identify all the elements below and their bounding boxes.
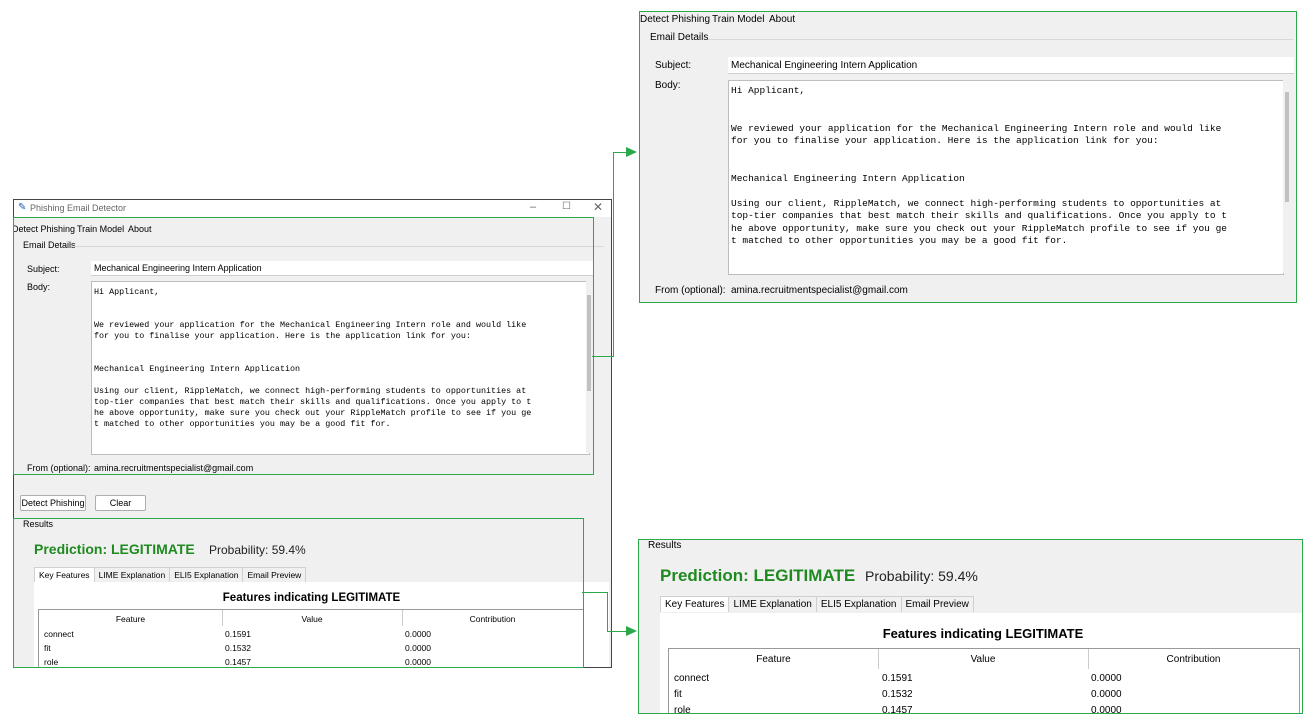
body-scrollbar[interactable] [1283, 80, 1291, 273]
connector-line [607, 631, 627, 632]
zoom-results: Results Prediction: LEGITIMATE Probabili… [638, 539, 1303, 714]
cell-value: 0.1591 [882, 673, 913, 684]
col-header-value[interactable]: Value [878, 654, 1088, 665]
subject-value: Mechanical Engineering Intern Applicatio… [731, 60, 918, 71]
connector-line [582, 592, 608, 593]
window-title: Phishing Email Detector [30, 203, 127, 213]
results-panel: Features indicating LEGITIMATE Feature V… [660, 613, 1302, 713]
tab-eli5-explanation[interactable]: ELI5 Explanation [815, 596, 902, 612]
table-row[interactable]: fit 0.1532 0.0000 [669, 689, 1299, 704]
connector-line [613, 152, 627, 153]
connector-line [613, 152, 614, 357]
connector-line [592, 356, 614, 357]
col-header-feature[interactable]: Feature [669, 654, 878, 665]
cell-value: 0.1457 [882, 705, 913, 714]
subject-label: Subject: [655, 60, 692, 71]
body-text: Hi Applicant, We reviewed your applicati… [731, 85, 1227, 246]
table-row[interactable]: role 0.1457 0.0000 [669, 705, 1299, 714]
highlight-email-details [13, 217, 594, 475]
col-divider [1088, 649, 1089, 669]
zoom-email-details: Detect Phishing Train Model About Email … [639, 11, 1297, 303]
features-title: Features indicating LEGITIMATE [882, 626, 1084, 641]
tab-key-features[interactable]: Key Features [660, 596, 730, 612]
close-icon[interactable]: ✕ [593, 200, 603, 214]
from-value[interactable]: amina.recruitmentspecialist@gmail.com [731, 285, 908, 296]
tab-about[interactable]: About [769, 14, 795, 25]
group-divider [708, 39, 1293, 40]
arrow-head-icon [626, 147, 637, 157]
body-scrollbar-thumb[interactable] [1285, 92, 1289, 202]
cell-feature: role [674, 705, 691, 714]
cell-contribution: 0.0000 [1091, 673, 1122, 684]
clear-button[interactable]: Clear [95, 495, 146, 511]
tab-detect-phishing[interactable]: Detect Phishing [640, 14, 710, 25]
tab-train-model[interactable]: Train Model [712, 14, 764, 25]
cell-contribution: 0.0000 [1091, 689, 1122, 700]
connector-line [607, 592, 608, 631]
subject-input[interactable]: Mechanical Engineering Intern Applicatio… [728, 57, 1294, 74]
table-row[interactable]: connect 0.1591 0.0000 [669, 673, 1299, 688]
cell-feature: connect [674, 673, 710, 684]
tab-email-preview[interactable]: Email Preview [900, 596, 974, 612]
col-header-contribution[interactable]: Contribution [1088, 654, 1299, 665]
features-table: Feature Value Contribution connect 0.159… [668, 648, 1300, 714]
body-label: Body: [655, 80, 681, 91]
probability-text: Probability: 59.4% [865, 568, 978, 584]
cell-feature: fit [674, 689, 682, 700]
arrow-head-icon [626, 626, 637, 636]
cell-value: 0.1532 [882, 689, 913, 700]
minimize-icon[interactable]: – [530, 201, 536, 213]
detect-phishing-button[interactable]: Detect Phishing [20, 495, 86, 511]
feather-icon: ✎ [18, 202, 27, 213]
email-details-label: Email Details [650, 32, 709, 43]
from-label: From (optional): [655, 285, 726, 296]
title-bar: ✎ Phishing Email Detector – ☐ ✕ [14, 200, 611, 217]
tab-lime-explanation[interactable]: LIME Explanation [728, 596, 817, 612]
results-tabs: Key Features LIME Explanation ELI5 Expla… [660, 596, 974, 612]
highlight-results [13, 518, 584, 668]
results-label: Results [648, 540, 682, 551]
body-textarea[interactable]: Hi Applicant, We reviewed your applicati… [728, 80, 1284, 275]
col-divider [878, 649, 879, 669]
prediction-text: Prediction: LEGITIMATE [660, 566, 856, 585]
cell-contribution: 0.0000 [1091, 705, 1122, 714]
maximize-icon[interactable]: ☐ [562, 201, 571, 212]
